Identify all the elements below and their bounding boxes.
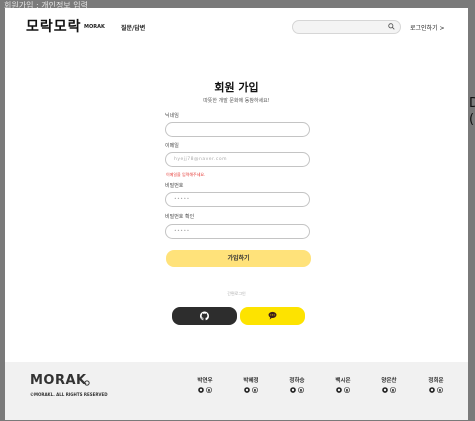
github-icon[interactable] (382, 387, 388, 393)
password-confirm-label: 비밀번호 확인 (165, 214, 195, 220)
page-title: 회원 가입 (214, 81, 259, 94)
kakao-login-button[interactable] (240, 307, 305, 325)
svg-text:B: B (346, 388, 349, 392)
footer-copyright: ©MORAKL. ALL RIGHTS RESERVED (30, 392, 108, 397)
github-icon (200, 311, 209, 321)
side-overflow-text: D ( (469, 96, 475, 127)
blog-icon[interactable]: B (437, 387, 443, 393)
team-member-4: 백시은 B (323, 376, 363, 393)
team-member-name: 양은찬 (381, 378, 397, 384)
team-member-name: 정하승 (289, 378, 305, 384)
blog-icon[interactable]: B (298, 387, 304, 393)
search-icon[interactable] (388, 23, 395, 30)
nickname-input[interactable] (165, 122, 310, 137)
svg-text:B: B (300, 388, 303, 392)
github-icon[interactable] (290, 387, 296, 393)
team-member-1: 박연우 B (185, 376, 225, 393)
blog-icon[interactable]: B (252, 387, 258, 393)
github-icon[interactable] (429, 387, 435, 393)
footer-logo: MORAK (30, 373, 87, 388)
password-label: 비밀번호 (165, 183, 184, 189)
svg-text:B: B (254, 388, 257, 392)
team-member-5: 양은찬 B (369, 376, 409, 393)
footer-logo-icon (84, 380, 90, 386)
github-icon[interactable] (336, 387, 342, 393)
email-error-message: 이메일을 입력해주세요. (166, 172, 206, 177)
team-member-name: 정희운 (428, 378, 444, 384)
site-logo-sub: MORAK (84, 24, 105, 30)
password-input[interactable]: ••••• (165, 192, 310, 207)
svg-text:B: B (392, 388, 395, 392)
blog-icon[interactable]: B (206, 387, 212, 393)
team-member-3: 정하승 B (277, 376, 317, 393)
signup-button[interactable]: 가입하기 (166, 250, 311, 267)
search-input[interactable] (292, 20, 401, 34)
svg-text:B: B (439, 388, 442, 392)
team-member-name: 백시은 (335, 378, 351, 384)
email-input[interactable]: hyejj78@naver.com (165, 152, 310, 167)
team-member-6: 정희운 B (416, 376, 456, 393)
footer: MORAK ©MORAKL. ALL RIGHTS RESERVED 박연우 B 박… (5, 362, 468, 420)
github-login-button[interactable] (172, 307, 237, 325)
header: 모락모락 MORAK 질문/답변 로그인하기 > (5, 8, 468, 46)
kakao-chat-icon (268, 311, 277, 320)
team-member-name: 박연우 (197, 378, 213, 384)
github-icon[interactable] (244, 387, 250, 393)
nickname-label: 닉네임 (165, 113, 179, 119)
github-icon[interactable] (198, 387, 204, 393)
password-confirm-input[interactable]: ••••• (165, 224, 310, 239)
login-link[interactable]: 로그인하기 > (410, 23, 445, 32)
blog-icon[interactable]: B (344, 387, 350, 393)
blog-icon[interactable]: B (390, 387, 396, 393)
svg-text:B: B (208, 388, 211, 392)
page-subtitle: 따뜻한 개발 문화에 동참하세요! (203, 98, 270, 104)
app-frame: 모락모락 MORAK 질문/답변 로그인하기 > 회원 가입 따뜻한 개발 문화… (5, 8, 468, 420)
nav-qa-link[interactable]: 질문/답변 (121, 23, 145, 32)
easy-login-label: 간편로그인 (227, 291, 246, 296)
team-member-name: 박혜정 (243, 378, 259, 384)
site-logo[interactable]: 모락모락 (26, 16, 82, 36)
email-label: 이메일 (165, 143, 179, 149)
team-member-2: 박혜정 B (231, 376, 271, 393)
